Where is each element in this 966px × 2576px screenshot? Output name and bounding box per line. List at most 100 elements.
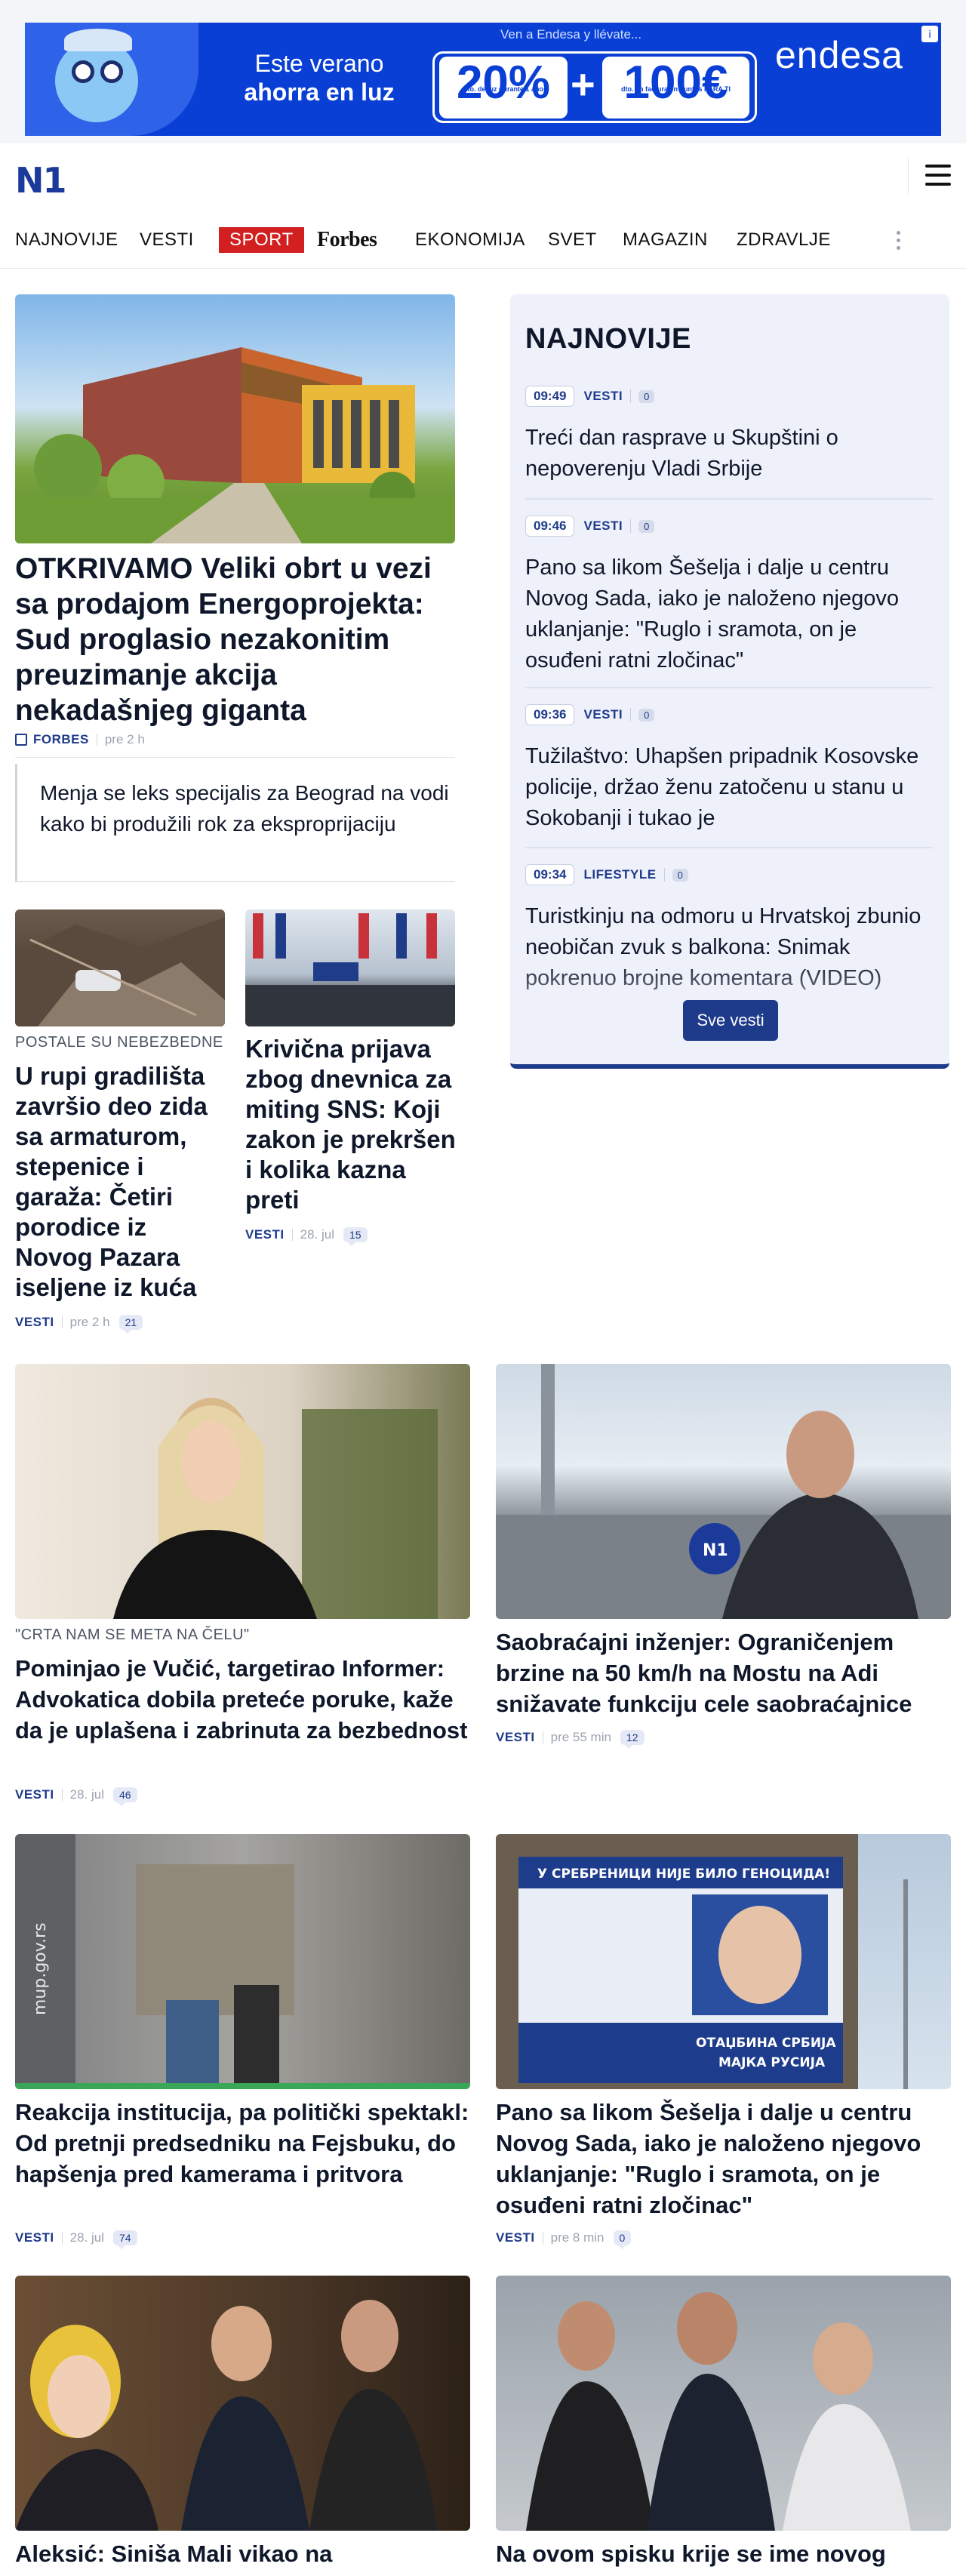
grid-meta-3: VESTI 28. jul 74 (15, 2230, 137, 2249)
external-link-icon (15, 734, 27, 746)
grid-image-3[interactable]: mup.gov.rs (15, 1834, 470, 2089)
nav-forbes[interactable]: Forbes (317, 225, 377, 255)
nav-najnovije[interactable]: NAJNOVIJE (15, 225, 118, 255)
lead-image[interactable] (15, 294, 455, 543)
billboard-top-text: У СРЕБРЕНИЦИ НИЈЕ БИЛО ГЕНОЦИДА! (537, 1867, 830, 1882)
latest-category[interactable]: VESTI (583, 707, 623, 722)
grid-category[interactable]: VESTI (15, 1787, 54, 1802)
more-icon[interactable] (897, 231, 901, 254)
latest-category[interactable]: VESTI (583, 519, 623, 534)
small-left-category[interactable]: VESTI (15, 1315, 54, 1330)
grid-time: pre 8 min (550, 2230, 605, 2245)
nav-ekonomija[interactable]: EKONOMIJA (415, 225, 525, 255)
latest-category[interactable]: LIFESTYLE (583, 867, 656, 882)
comment-count[interactable]: 0 (672, 868, 688, 882)
ad-brand-logo: endesa (774, 34, 903, 76)
ad-offer-box: 20% dto. de luz durante 1 año + 100€ dto… (432, 51, 757, 123)
small-left-image[interactable] (15, 909, 225, 1026)
latest-headline[interactable]: Pano sa likom Šešelja i dalje u centru N… (525, 552, 933, 676)
nav-sport[interactable]: SPORT (219, 227, 304, 253)
nav-vesti[interactable]: VESTI (140, 225, 194, 255)
grid-category[interactable]: VESTI (496, 1730, 535, 1745)
comment-count[interactable]: 0 (638, 519, 655, 533)
comment-count[interactable]: 74 (113, 2230, 137, 2249)
menu-icon[interactable] (925, 165, 951, 187)
grid-headline-2[interactable]: Saobraćajni inženjer: Ograničenjem brzin… (496, 1627, 951, 1719)
latest-time: 09:49 (525, 386, 575, 407)
grid-category[interactable]: VESTI (15, 2230, 54, 2245)
grid-headline-1[interactable]: Pominjao je Vučić, targetirao Informer: … (15, 1653, 470, 1746)
ad-tagline: Ven a Endesa y llévate... (500, 27, 642, 42)
small-right-image[interactable] (245, 909, 455, 1026)
header-divider (908, 157, 909, 195)
grid-time: pre 55 min (550, 1730, 611, 1744)
billboard-bottom-text-2: МАЈКА РУСИЈА (718, 2055, 826, 2070)
small-right-category[interactable]: VESTI (245, 1227, 285, 1242)
n1-logo[interactable]: N1 (15, 160, 67, 201)
lead-headline[interactable]: OTKRIVAMO Veliki obrt u vezi sa prodajom… (15, 551, 455, 728)
comment-count[interactable]: 15 (343, 1227, 368, 1246)
comment-count[interactable]: 0 (638, 708, 655, 722)
small-right-meta: VESTI 28. jul 15 (245, 1227, 368, 1246)
small-right-headline[interactable]: Krivična prijava zbog dnevnica za miting… (245, 1034, 460, 1215)
small-right-time: 28. jul (300, 1227, 334, 1242)
latest-headline[interactable]: Tužilaštvo: Uhapšen pripadnik Kosovske p… (525, 741, 933, 834)
site-header: N1 (0, 143, 966, 211)
grid-kicker-1: "CRTA NAM SE META NA ČELU" (15, 1627, 250, 1643)
grid-headline-6[interactable]: Na ovom spisku krije se ime novog (496, 2538, 951, 2569)
grid-headline-3[interactable]: Reakcija institucija, pa politički spekt… (15, 2097, 470, 2190)
nav-magazin[interactable]: MAGAZIN (623, 225, 708, 255)
small-left-headline[interactable]: U rupi gradilišta završio deo zida sa ar… (15, 1061, 230, 1303)
ad-plus: + (571, 60, 595, 108)
mic-logo-text: N1 (703, 1541, 728, 1560)
comment-count[interactable]: 46 (113, 1787, 137, 1806)
nav-zdravlje[interactable]: ZDRAVLJE (737, 225, 831, 255)
ad-euro: 100€ dto. en factura en puntos PARA TI (602, 57, 749, 118)
related-headline[interactable]: Menja se leks specijalis za Beograd na v… (40, 777, 451, 839)
divider (525, 498, 933, 500)
nav-svet[interactable]: SVET (548, 225, 597, 255)
lead-category[interactable]: FORBES (33, 732, 89, 747)
ad-percent: 20% dto. de luz durante 1 año (439, 57, 568, 118)
grid-image-1[interactable] (15, 1364, 470, 1619)
lead-time: pre 2 h (104, 732, 145, 746)
latest-item[interactable]: 09:46 VESTI 0 Pano sa likom Šešelja i da… (525, 513, 933, 676)
latest-category[interactable]: VESTI (583, 389, 623, 404)
latest-time: 09:46 (525, 516, 575, 537)
divider (525, 847, 933, 848)
related-story[interactable]: Menja se leks specijalis za Beograd na v… (15, 764, 455, 882)
grid-headline-4[interactable]: Pano sa likom Šešelja i dalje u centru N… (496, 2097, 951, 2221)
comment-count[interactable]: 12 (620, 1730, 645, 1749)
grid-meta-2: VESTI pre 55 min 12 (496, 1730, 645, 1749)
latest-time: 09:36 (525, 704, 575, 725)
latest-title: NAJNOVIJE (525, 323, 691, 355)
grid-image-6[interactable] (496, 2276, 951, 2531)
all-news-button[interactable]: Sve vesti (683, 1000, 778, 1041)
comment-count[interactable]: 0 (613, 2230, 632, 2249)
grid-image-4[interactable]: У СРЕБРЕНИЦИ НИЈЕ БИЛО ГЕНОЦИДА! ОТАЏБИН… (496, 1834, 951, 2089)
comment-count[interactable]: 0 (638, 389, 655, 403)
lead-meta: FORBES pre 2 h (15, 732, 145, 747)
latest-time: 09:34 (525, 864, 575, 885)
latest-item[interactable]: 09:49 VESTI 0 Treći dan rasprave u Skupš… (525, 383, 933, 485)
ad-info-icon[interactable]: i (921, 26, 938, 42)
small-left-meta: VESTI pre 2 h 21 (15, 1315, 143, 1334)
grid-headline-5[interactable]: Aleksić: Siniša Mali vikao na (15, 2538, 470, 2569)
latest-item[interactable]: 09:36 VESTI 0 Tužilaštvo: Uhapšen pripad… (525, 702, 933, 834)
grid-time: 28. jul (69, 1787, 104, 1802)
ad-mascot-owl (25, 23, 198, 136)
latest-news-panel: NAJNOVIJE 09:49 VESTI 0 Treći dan raspra… (510, 294, 949, 1069)
ad-banner-area: Este verano ahorra en luz Ven a Endesa y… (0, 0, 966, 143)
divider (525, 687, 933, 688)
comment-count[interactable]: 21 (118, 1315, 143, 1334)
main-nav: NAJNOVIJE VESTI SPORT Forbes EKONOMIJA S… (0, 213, 966, 269)
endesa-ad[interactable]: Este verano ahorra en luz Ven a Endesa y… (25, 23, 941, 136)
grid-image-2[interactable]: N1 (496, 1364, 951, 1619)
latest-headline[interactable]: Treći dan rasprave u Skupštini o nepover… (525, 423, 933, 485)
grid-category[interactable]: VESTI (496, 2230, 535, 2245)
image-watermark: mup.gov.rs (31, 1922, 50, 2015)
small-left-kicker: POSTALE SU NEBEZBEDNE (15, 1034, 223, 1051)
grid-meta-1: VESTI 28. jul 46 (15, 1787, 137, 1806)
grid-image-5[interactable] (15, 2276, 470, 2531)
billboard-bottom-text-1: ОТАЏБИНА СРБИЈА (696, 2036, 836, 2051)
